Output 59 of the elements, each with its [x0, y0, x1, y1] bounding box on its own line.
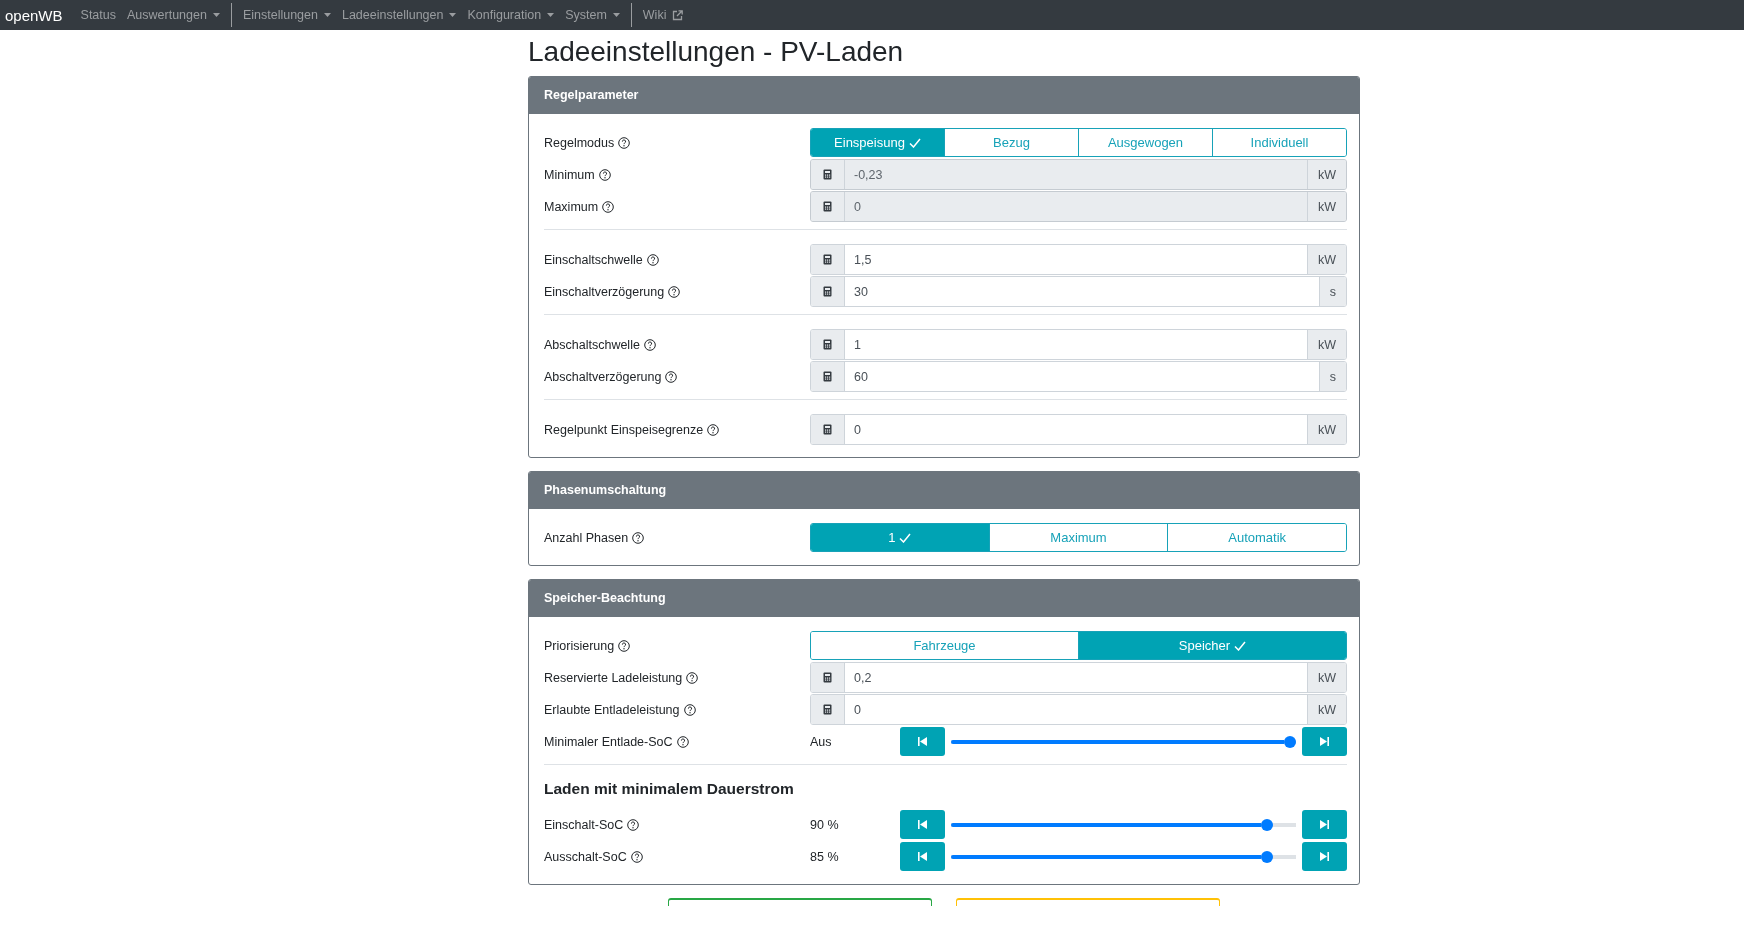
option-button[interactable]: Automatik	[1167, 524, 1346, 551]
nav-link[interactable]: System	[565, 8, 620, 22]
input-field[interactable]: 1	[845, 330, 1307, 359]
field-label: Anzahl Phasen	[544, 530, 629, 545]
number-field[interactable]: 60 s	[810, 361, 1347, 392]
brand-logo[interactable]: openWB	[5, 6, 63, 24]
card-header: Speicher-Beachtung	[529, 580, 1359, 617]
option-button[interactable]: Speicher	[1078, 632, 1346, 659]
field-label: Erlaubte Entladeleistung	[544, 702, 680, 717]
option-button[interactable]: Individuell	[1212, 129, 1346, 156]
card-header: Phasenumschaltung	[529, 472, 1359, 509]
field-label: Einschaltverzögerung	[544, 284, 665, 299]
field-label: Abschaltschwelle	[544, 337, 640, 352]
unit-label: kW	[1306, 330, 1346, 359]
field-label: Einschalt-SoC	[544, 817, 624, 832]
number-field[interactable]: 30 s	[810, 276, 1347, 307]
field-label: Regelpunkt Einspeisegrenze	[544, 422, 704, 437]
option-button[interactable]: Einspeisung	[811, 129, 944, 156]
number-field[interactable]: 0 kW	[810, 694, 1347, 725]
unit-label: kW	[1306, 245, 1346, 274]
unit-label: kW	[1306, 415, 1346, 444]
unit-label: kW	[1306, 192, 1346, 221]
field-label: Maximum	[544, 199, 599, 214]
field-label: Abschaltverzögerung	[544, 369, 662, 384]
slider-value: 85 %	[810, 849, 840, 864]
number-field[interactable]: 1,5 kW	[810, 244, 1347, 275]
page-title: Ladeeinstellungen - PV-Laden	[528, 36, 905, 68]
nav-link[interactable]: Wiki	[642, 8, 684, 22]
nav-link[interactable]: Ladeeinstellungen	[341, 8, 457, 22]
section-heading: Laden mit minimalem Dauerstrom	[544, 780, 795, 798]
card-header: Regelparameter	[529, 77, 1359, 114]
unit-label: kW	[1306, 695, 1346, 724]
nav-link[interactable]: Auswertungen	[127, 8, 220, 22]
input-field[interactable]: 0,2	[845, 663, 1307, 692]
input-field[interactable]: 0	[845, 695, 1307, 724]
slider-value: 90 %	[810, 817, 840, 832]
unit-label: s	[1318, 277, 1346, 306]
input-field[interactable]: 60	[845, 362, 1319, 391]
unit-label: s	[1318, 362, 1346, 391]
field-label: Ausschalt-SoC	[544, 849, 627, 864]
input-field[interactable]: 0	[845, 415, 1307, 444]
field-label: Reservierte Ladeleistung	[544, 670, 683, 685]
field-label: Minimum	[544, 167, 595, 182]
unit-label: kW	[1306, 663, 1346, 692]
number-field[interactable]: 1 kW	[810, 329, 1347, 360]
number-field[interactable]: 0 kW	[810, 414, 1347, 445]
nav-link[interactable]: Einstellungen	[242, 8, 331, 22]
unit-label: kW	[1306, 160, 1346, 189]
number-field[interactable]: 0,2 kW	[810, 662, 1347, 693]
field-label: Regelmodus	[544, 135, 615, 150]
nav-link[interactable]: Status	[80, 8, 116, 22]
input-field[interactable]: 1,5	[845, 245, 1307, 274]
option-button[interactable]: 1	[811, 524, 989, 551]
input-field[interactable]: 30	[845, 277, 1319, 306]
field-label: Priorisierung	[544, 638, 615, 653]
field-label: Minimaler Entlade-SoC	[544, 734, 673, 749]
field-label: Einschaltschwelle	[544, 252, 643, 267]
nav-link[interactable]: Konfiguration	[467, 8, 555, 22]
slider-value: Aus	[810, 734, 833, 749]
